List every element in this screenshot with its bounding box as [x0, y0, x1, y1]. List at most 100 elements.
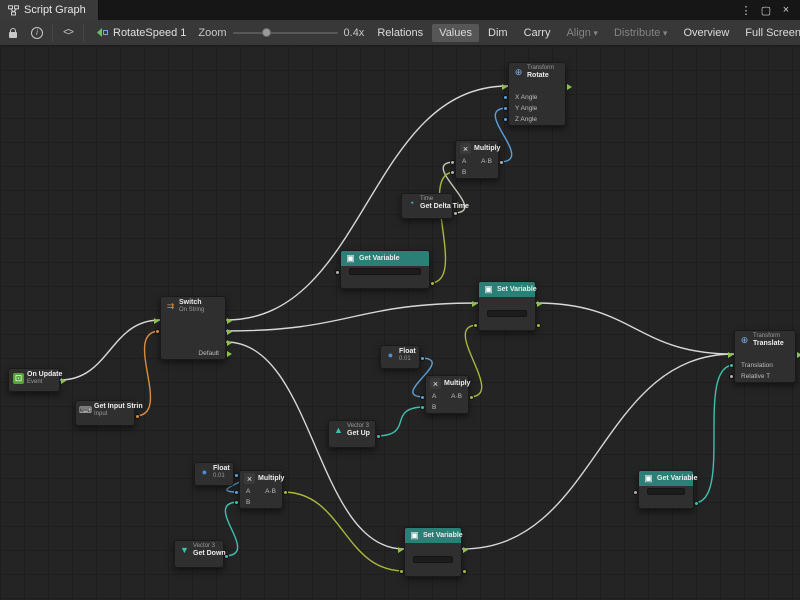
- graph-name[interactable]: RotateSpeed 1: [90, 27, 192, 39]
- toolbar-button-align[interactable]: Align: [559, 24, 605, 42]
- node-header: ⇉SwitchOn String: [161, 297, 225, 315]
- toolbar-button-full-screen[interactable]: Full Screen: [738, 24, 800, 42]
- node-subtitle: Transform: [527, 65, 554, 72]
- node-row: Y Angle: [509, 103, 565, 114]
- input-port[interactable]: [155, 329, 160, 334]
- input-port[interactable]: [450, 170, 455, 175]
- input-port[interactable]: [472, 301, 477, 307]
- zoom-slider[interactable]: [233, 26, 338, 40]
- node-row: AA·B: [240, 486, 282, 497]
- output-port[interactable]: [283, 490, 288, 495]
- maximize-icon[interactable]: ▢: [758, 2, 774, 18]
- input-port[interactable]: [729, 363, 734, 368]
- output-port[interactable]: [227, 329, 232, 335]
- node-float-1[interactable]: ●Float0.01: [380, 345, 420, 369]
- node-set-variable-1[interactable]: ▣Set Variable: [478, 281, 536, 331]
- code-icon: <>: [63, 27, 73, 38]
- input-port[interactable]: [399, 569, 404, 574]
- output-port[interactable]: [462, 569, 467, 574]
- toolbar-button-relations[interactable]: Relations: [370, 24, 430, 42]
- tab-title: Script Graph: [24, 4, 86, 16]
- output-port[interactable]: [499, 160, 504, 165]
- node-on-update[interactable]: ⊡On UpdateEvent: [8, 368, 60, 392]
- input-port[interactable]: [728, 352, 733, 358]
- toolbar-button-dim[interactable]: Dim: [481, 24, 515, 42]
- variable-name-field[interactable]: [487, 310, 527, 317]
- variable-name-field[interactable]: [647, 488, 685, 495]
- input-port[interactable]: [398, 547, 403, 553]
- info-button[interactable]: i: [28, 23, 46, 43]
- node-get-delta-time[interactable]: ◔TimeGet Delta Time: [401, 193, 453, 219]
- node-header: ▣Set Variable: [405, 528, 461, 543]
- node-translate[interactable]: ⊕TransformTranslateTranslationRelative T: [734, 330, 796, 383]
- node-header: ⊕TransformTranslate: [735, 331, 795, 349]
- output-port[interactable]: [567, 84, 572, 90]
- toolbar-button-carry[interactable]: Carry: [517, 24, 558, 42]
- node-get-variable-2[interactable]: ▣Get Variable: [638, 470, 694, 509]
- output-port[interactable]: [227, 340, 232, 346]
- output-port[interactable]: [420, 356, 425, 361]
- input-port[interactable]: [335, 270, 340, 275]
- menu-icon[interactable]: ⋮: [738, 2, 754, 18]
- node-header: ×Multiply: [456, 141, 498, 156]
- input-port[interactable]: [502, 84, 507, 90]
- toolbar-button-overview[interactable]: Overview: [676, 24, 736, 42]
- output-port[interactable]: [469, 395, 474, 400]
- graph-canvas[interactable]: ⊕TransformRotateX AngleY AngleZ Angle×Mu…: [0, 46, 800, 600]
- output-port[interactable]: [224, 554, 229, 559]
- node-get-variable-1[interactable]: ▣Get Variable: [340, 250, 430, 289]
- node-title: Switch: [179, 299, 204, 307]
- toolbar-button-distribute[interactable]: Distribute: [607, 24, 675, 42]
- output-port[interactable]: [234, 473, 239, 478]
- input-port[interactable]: [729, 374, 734, 379]
- node-switch-on-string[interactable]: ⇉SwitchOn StringDefault: [160, 296, 226, 360]
- output-port[interactable]: [135, 414, 140, 419]
- node-row: Relative T: [735, 371, 795, 382]
- input-port[interactable]: [420, 405, 425, 410]
- node-row: [479, 319, 535, 330]
- output-port[interactable]: [694, 501, 699, 506]
- tab-script-graph[interactable]: Script Graph: [0, 0, 99, 20]
- node-multiply-1[interactable]: ×MultiplyAA·BB: [455, 140, 499, 179]
- node-get-up[interactable]: ▲Vector 3Get Up: [328, 420, 376, 448]
- node-title: Float: [399, 348, 416, 356]
- input-port[interactable]: [450, 160, 455, 165]
- node-rotate[interactable]: ⊕TransformRotateX AngleY AngleZ Angle: [508, 62, 566, 126]
- output-port[interactable]: [536, 323, 541, 328]
- input-port[interactable]: [234, 500, 239, 505]
- lock-button[interactable]: [4, 23, 22, 43]
- variable-name-field[interactable]: [349, 268, 421, 275]
- node-row: B: [426, 402, 468, 413]
- node-set-variable-2[interactable]: ▣Set Variable: [404, 527, 462, 577]
- zoom-slider-knob[interactable]: [262, 28, 271, 37]
- code-view-button[interactable]: <>: [59, 23, 77, 43]
- port-label: A·B: [265, 488, 276, 495]
- node-get-down[interactable]: ▼Vector 3Get Down: [174, 540, 224, 568]
- node-row: [509, 81, 565, 92]
- node-multiply-3[interactable]: ×MultiplyAA·BB: [239, 470, 283, 509]
- node-float-2[interactable]: ●Float0.01: [194, 462, 234, 486]
- close-icon[interactable]: ×: [778, 2, 794, 18]
- input-port[interactable]: [503, 106, 508, 111]
- input-port[interactable]: [420, 395, 425, 400]
- variable-name-field[interactable]: [413, 556, 453, 563]
- output-port[interactable]: [376, 434, 381, 439]
- output-port[interactable]: [463, 547, 468, 553]
- input-port[interactable]: [154, 318, 159, 324]
- output-port[interactable]: [537, 301, 542, 307]
- nodes-layer: ⊕TransformRotateX AngleY AngleZ Angle×Mu…: [0, 46, 800, 600]
- output-port[interactable]: [453, 211, 458, 216]
- node-multiply-2[interactable]: ×MultiplyAA·BB: [425, 375, 469, 414]
- input-port[interactable]: [503, 117, 508, 122]
- output-port[interactable]: [227, 318, 232, 324]
- node-get-input-string[interactable]: ⌨Get Input StrinInput: [75, 400, 135, 426]
- toolbar-button-values[interactable]: Values: [432, 24, 479, 42]
- switch-icon: ⇉: [165, 301, 176, 312]
- input-port[interactable]: [234, 490, 239, 495]
- input-port[interactable]: [503, 95, 508, 100]
- output-port[interactable]: [61, 378, 66, 384]
- input-port[interactable]: [473, 323, 478, 328]
- output-port[interactable]: [430, 281, 435, 286]
- output-port[interactable]: [227, 351, 232, 357]
- input-port[interactable]: [633, 490, 638, 495]
